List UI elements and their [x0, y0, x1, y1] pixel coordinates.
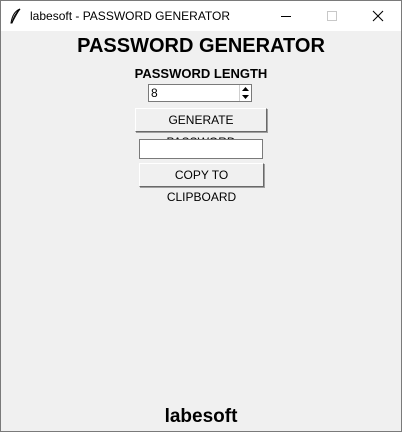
maximize-button[interactable]	[309, 1, 355, 31]
feather-icon	[9, 8, 23, 24]
window-title: labesoft - PASSWORD GENERATOR	[30, 9, 231, 23]
arrow-down-icon	[242, 95, 249, 99]
copy-to-clipboard-button[interactable]: COPY TO CLIPBOARD	[139, 163, 264, 204]
password-output-field[interactable]	[139, 139, 263, 159]
arrow-up-icon	[242, 87, 249, 91]
password-length-spinbox[interactable]: 8	[148, 84, 252, 102]
spin-down-button[interactable]	[240, 93, 251, 101]
minimize-button[interactable]	[263, 1, 309, 31]
password-length-value[interactable]: 8	[151, 86, 158, 100]
spin-up-button[interactable]	[240, 85, 251, 93]
app-window: labesoft - PASSWORD GENERATOR PASSWORD G…	[0, 0, 402, 432]
generate-password-button[interactable]: GENERATE PASSWORD	[135, 108, 267, 149]
password-length-label: PASSWORD LENGTH	[134, 66, 268, 81]
page-title: PASSWORD GENERATOR	[77, 35, 325, 57]
footer-brand: labesoft	[164, 406, 238, 427]
close-button[interactable]	[355, 1, 401, 31]
close-icon	[372, 10, 384, 22]
title-bar[interactable]: labesoft - PASSWORD GENERATOR	[1, 1, 401, 31]
spinbox-arrows	[239, 85, 251, 101]
maximize-icon	[327, 11, 337, 21]
minimize-icon	[281, 16, 291, 17]
